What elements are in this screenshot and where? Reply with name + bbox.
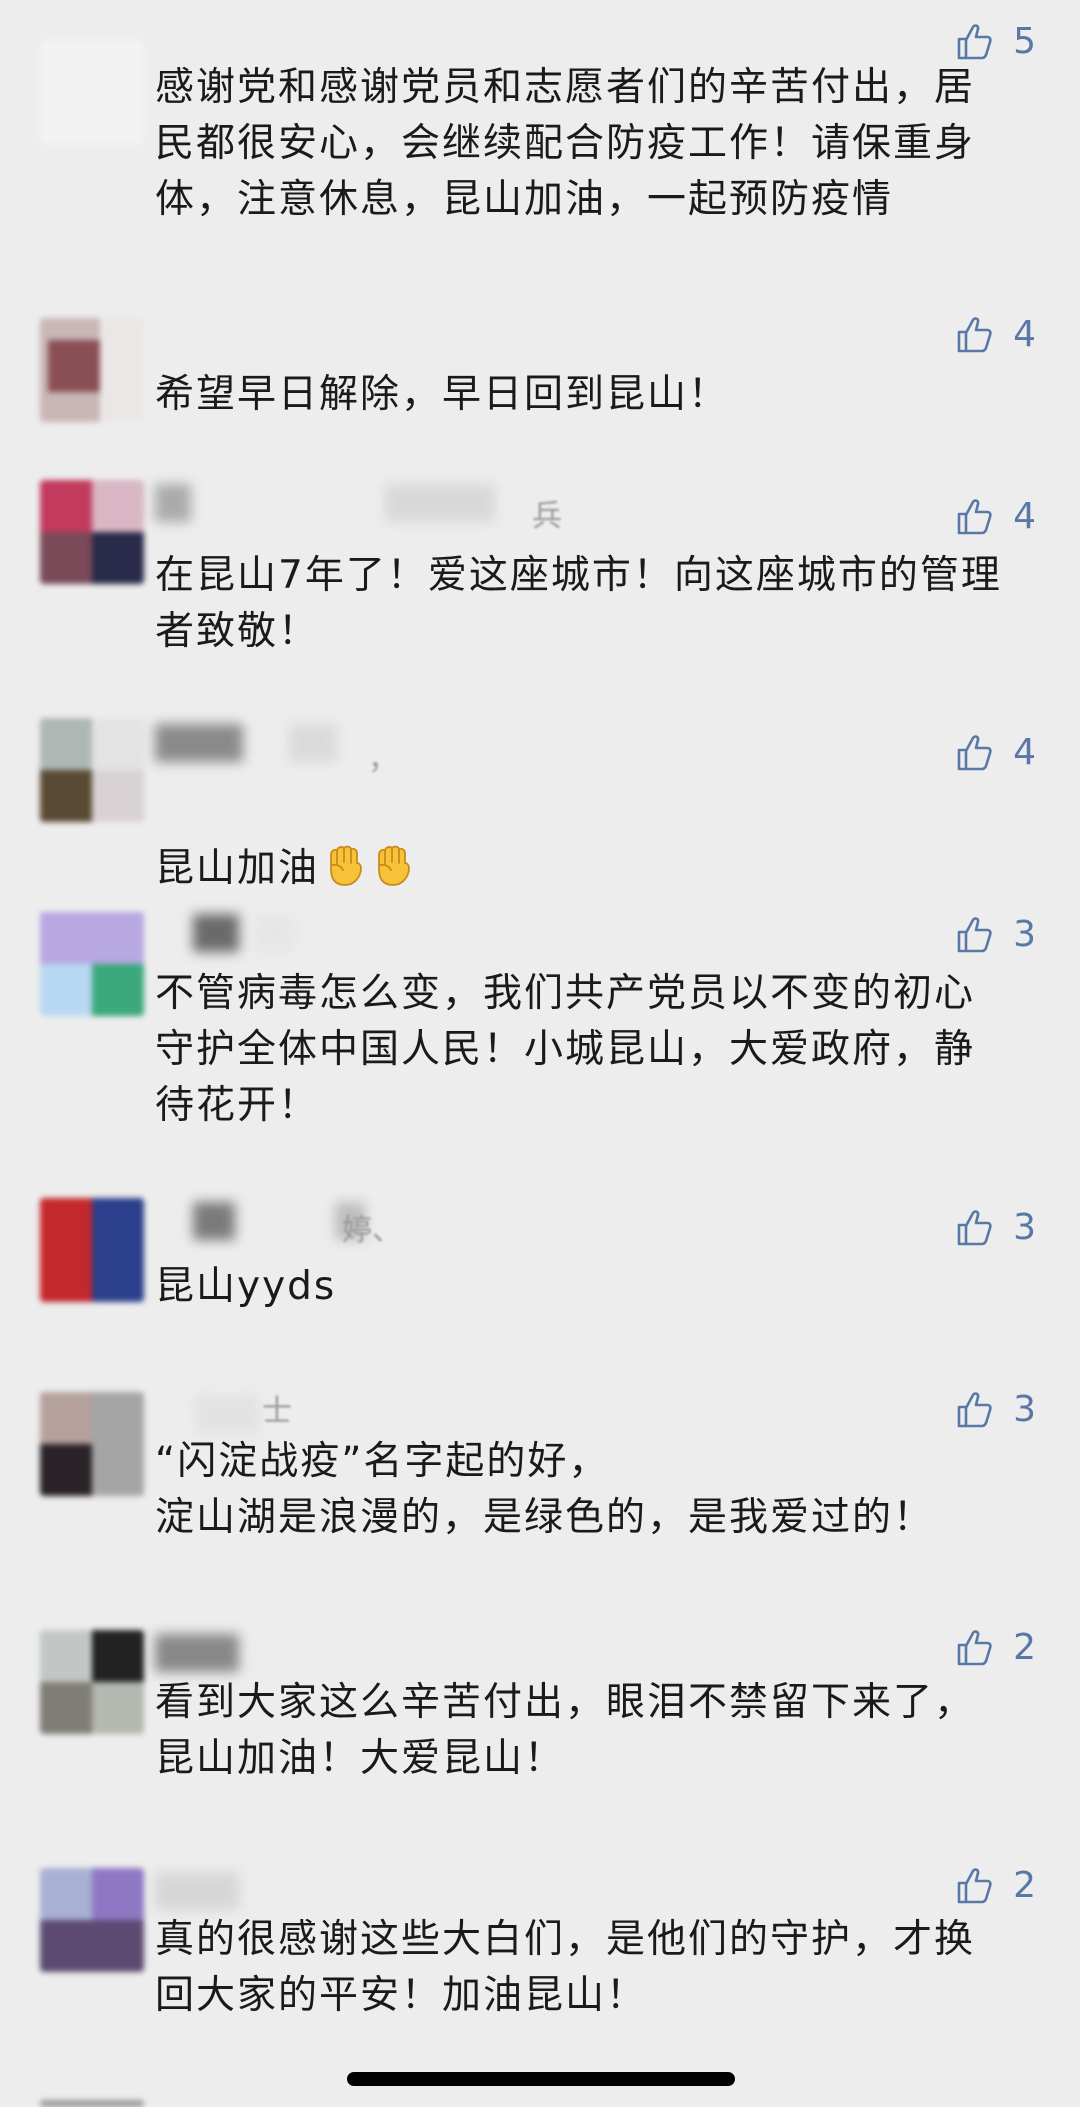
like-button[interactable]: 4 [955,733,1036,773]
comment-text: 不管病毒怎么变，我们共产党员以不变的初心 守护全体中国人民！小城昆山，大爱政府，… [155,971,976,1128]
like-button[interactable]: 4 [955,497,1036,537]
avatar[interactable] [40,718,144,822]
home-indicator[interactable] [347,2072,735,2086]
like-count: 3 [1013,1207,1036,1248]
thumbs-up-icon [957,317,992,353]
comment-text: “闪淀战疫”名字起的好， 淀山湖是浪漫的，是绿色的，是我爱过的！ [155,1439,935,1540]
like-count: 4 [1013,732,1036,773]
comment-text: 在昆山7年了！爱这座城市！向这座城市的管理 者致敬！ [155,553,1002,654]
like-count: 3 [1013,1389,1036,1430]
commenter-name[interactable] [155,1393,575,1433]
raised-fist-emoji [378,845,410,886]
avatar[interactable] [40,318,144,422]
avatar[interactable] [40,1198,144,1302]
thumbs-up-icon [957,499,992,535]
comment-text: 看到大家这么辛苦付出，眼泪不禁留下来了， 昆山加油！大爱昆山！ [155,1680,976,1781]
commenter-name[interactable] [155,722,575,762]
raised-fist-emoji [330,845,362,886]
comment-text: 昆山加油 [155,785,1035,897]
comment-text: 真的很感谢这些大白们，是他们的守护，才换 回大家的平安！加油昆山！ [155,1917,976,2018]
like-button[interactable]: 2 [955,1628,1036,1668]
like-count: 4 [1013,314,1036,355]
thumbs-up-icon [957,1392,992,1428]
commenter-name-fragment: 兵 [532,499,562,534]
like-count: 4 [1013,496,1036,537]
commenter-name-fragment: 士 [262,1394,292,1429]
avatar[interactable] [40,912,144,1016]
comment-text-body: 昆山加油 [155,846,320,891]
commenter-name[interactable] [155,1870,575,1910]
like-count: 5 [1013,21,1036,62]
like-count: 3 [1013,914,1036,955]
like-button[interactable]: 2 [955,1866,1036,1906]
avatar[interactable] [40,1630,144,1734]
commenter-name[interactable] [155,482,575,522]
like-count: 2 [1013,1865,1036,1906]
avatar[interactable] [40,40,144,144]
avatar[interactable] [40,2100,144,2107]
avatar[interactable] [40,1392,144,1496]
comment-text: 昆山yyds [155,1264,337,1309]
thumbs-up-icon [957,1630,992,1666]
like-button[interactable]: 3 [955,915,1036,955]
commenter-name[interactable] [155,912,575,952]
commenter-name[interactable] [155,1632,575,1672]
avatar[interactable] [40,1868,144,1972]
commenter-name-fragment: 婷、 [342,1213,402,1248]
thumbs-up-icon [957,1868,992,1904]
comment-text: 希望早日解除，早日回到昆山！ [155,372,730,417]
thumbs-up-icon [957,24,992,60]
avatar[interactable] [40,480,144,584]
thumbs-up-icon [957,1210,992,1246]
like-button[interactable]: 3 [955,1390,1036,1430]
thumbs-up-icon [957,735,992,771]
like-button[interactable]: 5 [955,22,1036,62]
like-button[interactable]: 4 [955,315,1036,355]
like-button[interactable]: 3 [955,1208,1036,1248]
thumbs-up-icon [957,917,992,953]
like-count: 2 [1013,1627,1036,1668]
comment-text: 感谢党和感谢党员和志愿者们的辛苦付出，居 民都很安心，会继续配合防疫工作！请保重… [155,65,976,222]
commenter-name-fragment: ， [368,742,398,777]
